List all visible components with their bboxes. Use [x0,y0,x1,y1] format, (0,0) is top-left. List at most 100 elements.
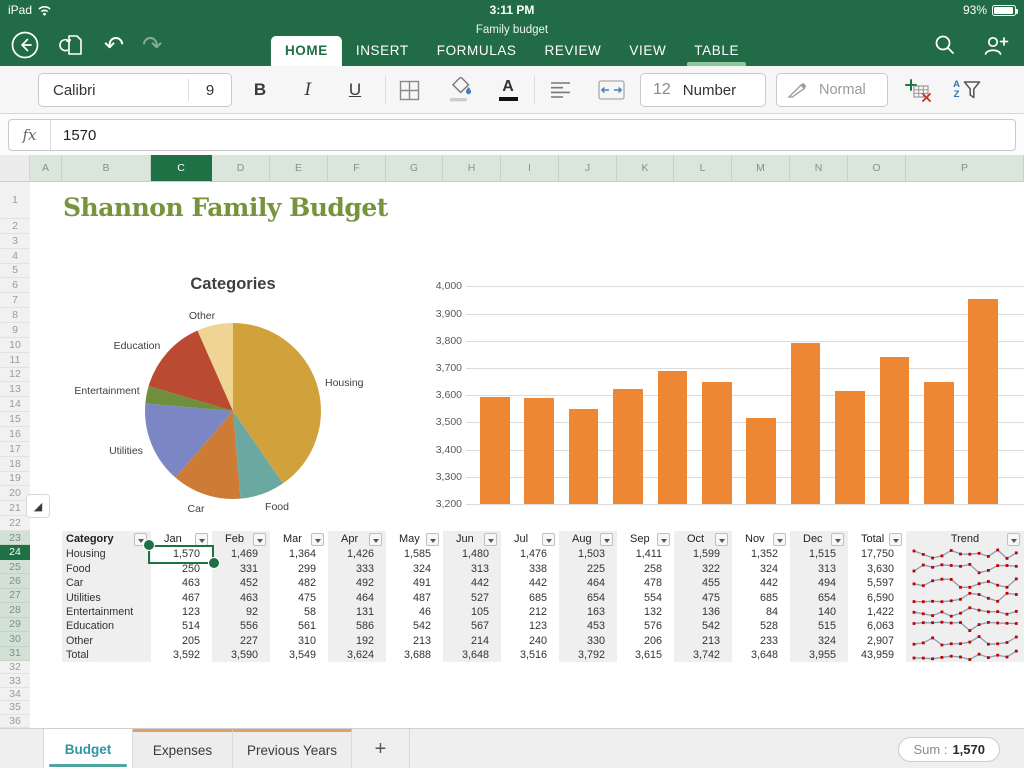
filter-dropdown-total[interactable] [889,532,902,546]
grid-corner[interactable] [0,155,30,182]
filter-dropdown-mar[interactable] [311,532,324,546]
table-cell-may[interactable]: 46 [386,605,431,619]
filter-dropdown-trend[interactable] [1007,532,1020,546]
filter-dropdown-sep[interactable] [657,532,670,546]
table-cell-may[interactable]: 487 [386,590,431,604]
row-header-4[interactable]: 4 [0,249,30,264]
table-cell-nov[interactable]: 233 [732,634,778,648]
object-anchor-marker[interactable]: ◢ [26,494,50,518]
table-cell-total[interactable]: 43,959 [848,648,894,662]
row-header-28[interactable]: 28 [0,603,30,618]
row-header-11[interactable]: 11 [0,353,30,368]
font-color-button[interactable]: A [492,73,524,107]
alignment-button[interactable] [542,73,578,107]
table-cell-jun[interactable]: 567 [443,619,489,633]
table-cell-oct[interactable]: 322 [674,561,720,575]
table-cell-oct[interactable]: 475 [674,590,720,604]
selection-handle-bottom-right[interactable] [207,557,220,569]
table-cell-jan[interactable]: 123 [151,605,200,619]
table-cell-apr[interactable]: 333 [328,561,374,575]
row-header-36[interactable]: 36 [0,715,30,728]
sort-filter-button[interactable]: A Z [946,73,988,107]
filter-dropdown-jun[interactable] [484,532,497,546]
table-cell-aug[interactable]: 3,792 [559,648,605,662]
column-header-F[interactable]: F [328,155,386,182]
ribbon-tab-review[interactable]: REVIEW [531,36,616,66]
table-cell-oct[interactable]: 455 [674,576,720,590]
table-cell-jun[interactable]: 1,480 [443,547,489,561]
table-cell-jul[interactable]: 338 [501,561,547,575]
wrap-merge-button[interactable] [592,73,630,107]
table-cell-nov[interactable]: 84 [732,605,778,619]
column-header-L[interactable]: L [674,155,732,182]
filter-dropdown-apr[interactable] [369,532,382,546]
table-cell-dec[interactable]: 654 [790,590,836,604]
ribbon-tab-formulas[interactable]: FORMULAS [423,36,531,66]
table-cell-jun[interactable]: 214 [443,634,489,648]
table-cell-category[interactable]: Car [66,576,151,590]
table-cell-jun[interactable]: 313 [443,561,489,575]
row-header-14[interactable]: 14 [0,397,30,413]
table-cell-mar[interactable]: 3,549 [270,648,316,662]
column-header-M[interactable]: M [732,155,790,182]
ribbon-tab-table[interactable]: TABLE [680,36,753,66]
table-cell-jun[interactable]: 3,648 [443,648,489,662]
table-cell-jan[interactable]: 514 [151,619,200,633]
table-cell-aug[interactable]: 225 [559,561,605,575]
table-cell-may[interactable]: 1,585 [386,547,431,561]
table-cell-apr[interactable]: 1,426 [328,547,374,561]
table-cell-feb[interactable]: 227 [212,634,258,648]
table-cell-aug[interactable]: 330 [559,634,605,648]
insert-delete-cells-button[interactable] [898,73,938,107]
row-header-16[interactable]: 16 [0,427,30,442]
table-cell-mar[interactable]: 1,364 [270,547,316,561]
table-cell-jan[interactable]: 3,592 [151,648,200,662]
table-cell-jul[interactable]: 442 [501,576,547,590]
table-cell-total[interactable]: 6,063 [848,619,894,633]
ribbon-tab-home[interactable]: HOME [270,36,342,66]
table-cell-jul[interactable]: 3,516 [501,648,547,662]
table-cell-apr[interactable]: 464 [328,590,374,604]
table-cell-total[interactable]: 2,907 [848,634,894,648]
table-cell-jan[interactable]: 250 [151,561,200,575]
table-cell-dec[interactable]: 3,955 [790,648,836,662]
row-header-6[interactable]: 6 [0,278,30,294]
table-cell-sep[interactable]: 576 [617,619,662,633]
share-people-icon[interactable] [980,32,1010,58]
add-sheet-button[interactable]: + [352,729,410,768]
table-cell-nov[interactable]: 442 [732,576,778,590]
row-header-29[interactable]: 29 [0,617,30,633]
column-header-D[interactable]: D [212,155,270,182]
font-size[interactable]: 9 [189,82,231,99]
column-header-O[interactable]: O [848,155,906,182]
table-cell-jul[interactable]: 1,476 [501,547,547,561]
table-cell-sep[interactable]: 132 [617,605,662,619]
row-header-2[interactable]: 2 [0,219,30,234]
table-cell-aug[interactable]: 654 [559,590,605,604]
table-cell-sep[interactable]: 1,411 [617,547,662,561]
table-cell-total[interactable]: 3,630 [848,561,894,575]
table-cell-dec[interactable]: 494 [790,576,836,590]
row-header-22[interactable]: 22 [0,516,30,531]
table-cell-category[interactable]: Entertainment [66,605,151,619]
row-header-1[interactable]: 1 [0,182,30,219]
table-cell-aug[interactable]: 464 [559,576,605,590]
table-cell-sep[interactable]: 3,615 [617,648,662,662]
redo-button[interactable]: ↷ [142,31,162,59]
table-cell-jul[interactable]: 123 [501,619,547,633]
table-cell-oct[interactable]: 213 [674,634,720,648]
filter-dropdown-may[interactable] [426,532,439,546]
table-cell-oct[interactable]: 136 [674,605,720,619]
row-header-9[interactable]: 9 [0,323,30,338]
sheet-tab-budget[interactable]: Budget [43,729,133,768]
row-header-34[interactable]: 34 [0,688,30,702]
column-header-H[interactable]: H [443,155,501,182]
filter-dropdown-aug[interactable] [600,532,613,546]
column-header-I[interactable]: I [501,155,559,182]
row-header-3[interactable]: 3 [0,234,30,249]
table-cell-category[interactable]: Housing [66,547,151,561]
table-cell-mar[interactable]: 475 [270,590,316,604]
table-cell-may[interactable]: 324 [386,561,431,575]
table-cell-category[interactable]: Food [66,561,151,575]
bold-button[interactable]: B [245,73,275,107]
